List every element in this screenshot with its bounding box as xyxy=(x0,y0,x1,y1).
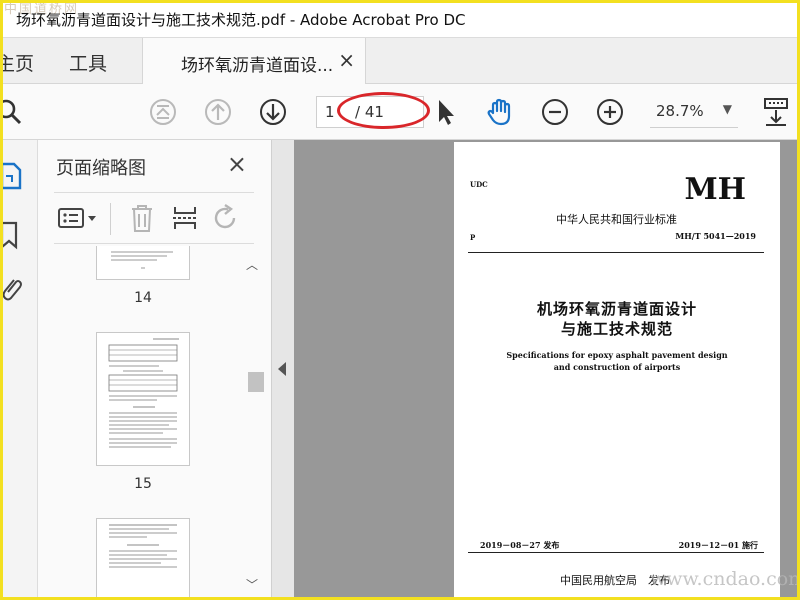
zoom-in-icon[interactable] xyxy=(594,96,626,128)
thumbnail-page-16[interactable] xyxy=(96,518,190,600)
doc-udc: UDC xyxy=(470,180,488,189)
insert-page-icon[interactable] xyxy=(172,203,198,233)
panel-close-icon[interactable]: × xyxy=(227,150,247,178)
next-page-icon[interactable] xyxy=(257,96,289,128)
first-page-icon[interactable] xyxy=(147,96,179,128)
tab-document-label: 场环氧沥青道面设... xyxy=(181,56,334,76)
tab-tools[interactable]: 工具 xyxy=(69,49,107,76)
doc-rule-top xyxy=(468,252,764,253)
page-thumbnails-icon[interactable] xyxy=(0,160,24,190)
doc-code-big: MH xyxy=(684,172,746,207)
annotation-circle xyxy=(337,92,430,129)
doc-code: MH/T 5041—2019 xyxy=(675,231,756,241)
search-icon[interactable] xyxy=(0,96,26,128)
collapse-arrow-icon xyxy=(278,362,286,376)
tab-bar: 主页 工具 场环氧沥青道面设... × xyxy=(0,38,800,85)
page-current-input[interactable]: 1 xyxy=(325,103,335,121)
document-page: UDC MH 中华人民共和国行业标准 P MH/T 5041—2019 机场环氧… xyxy=(454,142,780,600)
prev-page-icon[interactable] xyxy=(202,96,234,128)
document-viewport[interactable]: UDC MH 中华人民共和国行业标准 P MH/T 5041—2019 机场环氧… xyxy=(294,140,800,600)
left-nav-rail xyxy=(0,140,38,600)
zoom-out-icon[interactable] xyxy=(539,96,571,128)
bookmark-icon[interactable] xyxy=(0,220,24,250)
thumbnails-list: 14 15 ︿ ﹀ xyxy=(38,246,272,600)
doc-impl-date: 2019－12－01 施行 xyxy=(678,540,758,550)
trash-icon[interactable] xyxy=(130,203,154,233)
tab-home[interactable]: 主页 xyxy=(0,49,34,76)
doc-title-cn-2: 与施工技术规范 xyxy=(560,320,673,338)
select-arrow-icon[interactable] xyxy=(430,96,462,128)
rotate-icon[interactable] xyxy=(212,203,240,233)
thumbnails-panel: 页面缩略图 × 14 15 ︿ ﹀ xyxy=(38,140,272,600)
zoom-value: 28.7% xyxy=(656,102,704,120)
thumbnail-page-15[interactable] xyxy=(96,332,190,466)
scroll-mode-icon[interactable] xyxy=(760,96,792,128)
doc-issue-date: 2019－08－27 发布 xyxy=(480,540,560,550)
tab-close-icon[interactable]: × xyxy=(338,48,355,72)
scrollbar-thumb[interactable] xyxy=(248,372,264,392)
doc-p: P xyxy=(470,233,476,242)
watermark-bottom: www.cndao.com xyxy=(650,568,800,590)
scroll-down-icon[interactable]: ﹀ xyxy=(246,576,258,593)
panel-toolbar xyxy=(54,192,254,244)
thumbnail-number: 15 xyxy=(134,476,152,492)
doc-title-cn-1: 机场环氧沥青道面设计 xyxy=(536,300,697,318)
thumbnails-scrollbar[interactable]: ︿ ﹀ xyxy=(244,246,264,600)
thumbnail-page-14[interactable] xyxy=(96,246,190,280)
tab-document[interactable]: 场环氧沥青道面设... × xyxy=(142,38,366,85)
window-title: 场环氧沥青道面设计与施工技术规范.pdf - Adobe Acrobat Pro… xyxy=(16,11,466,29)
attachment-icon[interactable] xyxy=(0,274,24,304)
scroll-up-icon[interactable]: ︿ xyxy=(246,256,258,273)
panel-collapse-handle[interactable] xyxy=(272,140,294,600)
panel-title: 页面缩略图 xyxy=(56,158,146,179)
doc-rule-bottom xyxy=(468,552,764,553)
options-menu-icon[interactable] xyxy=(58,207,100,231)
zoom-select[interactable]: 28.7% ▼ xyxy=(646,96,738,128)
doc-title-en-1: Specifications for epoxy asphalt pavemen… xyxy=(506,350,728,360)
hand-tool-icon[interactable] xyxy=(484,96,516,128)
doc-title-en-2: and construction of airports xyxy=(553,362,681,372)
doc-standard: 中华人民共和国行业标准 xyxy=(556,213,677,226)
chevron-down-icon: ▼ xyxy=(722,102,732,116)
thumbnail-number: 14 xyxy=(134,290,152,306)
title-bar: 中国道桥网 场环氧沥青道面设计与施工技术规范.pdf - Adobe Acrob… xyxy=(0,0,800,38)
